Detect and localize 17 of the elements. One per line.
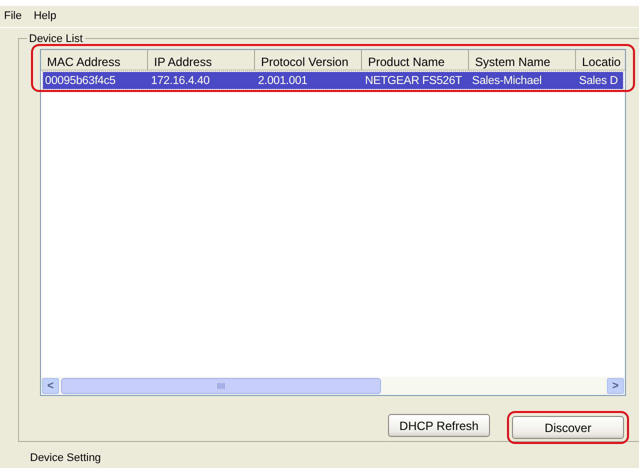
table-cell-text: Sales-Michael bbox=[471, 74, 543, 89]
table-cell-text: 00095b63f4c5 bbox=[44, 74, 117, 89]
action-button[interactable]: DHCP Refresh bbox=[388, 414, 490, 437]
scroll-left-button[interactable]: < bbox=[42, 378, 59, 394]
group-title: Device Setting bbox=[30, 451, 102, 466]
menu-item[interactable]: File bbox=[4, 8, 22, 25]
table-row[interactable]: 00095b63f4c5 172.16.4.40 2.001.001 NETGEAR FS526T Sales-Michael Sales D bbox=[43, 72, 623, 89]
table-cell-text: 2.001.001 bbox=[257, 74, 308, 89]
action-button[interactable]: Discover bbox=[512, 416, 624, 439]
grip-icon bbox=[216, 383, 226, 389]
table-cell-text: Sales D bbox=[578, 74, 619, 89]
scroll-thumb[interactable] bbox=[61, 378, 381, 394]
scroll-right-button[interactable]: > bbox=[607, 378, 624, 394]
menu-item[interactable]: Help bbox=[34, 8, 56, 25]
table-cell-text: 172.16.4.40 bbox=[150, 74, 211, 89]
table-cell-text: NETGEAR FS526T bbox=[364, 74, 463, 89]
horizontal-scrollbar[interactable]: < > bbox=[41, 377, 625, 395]
